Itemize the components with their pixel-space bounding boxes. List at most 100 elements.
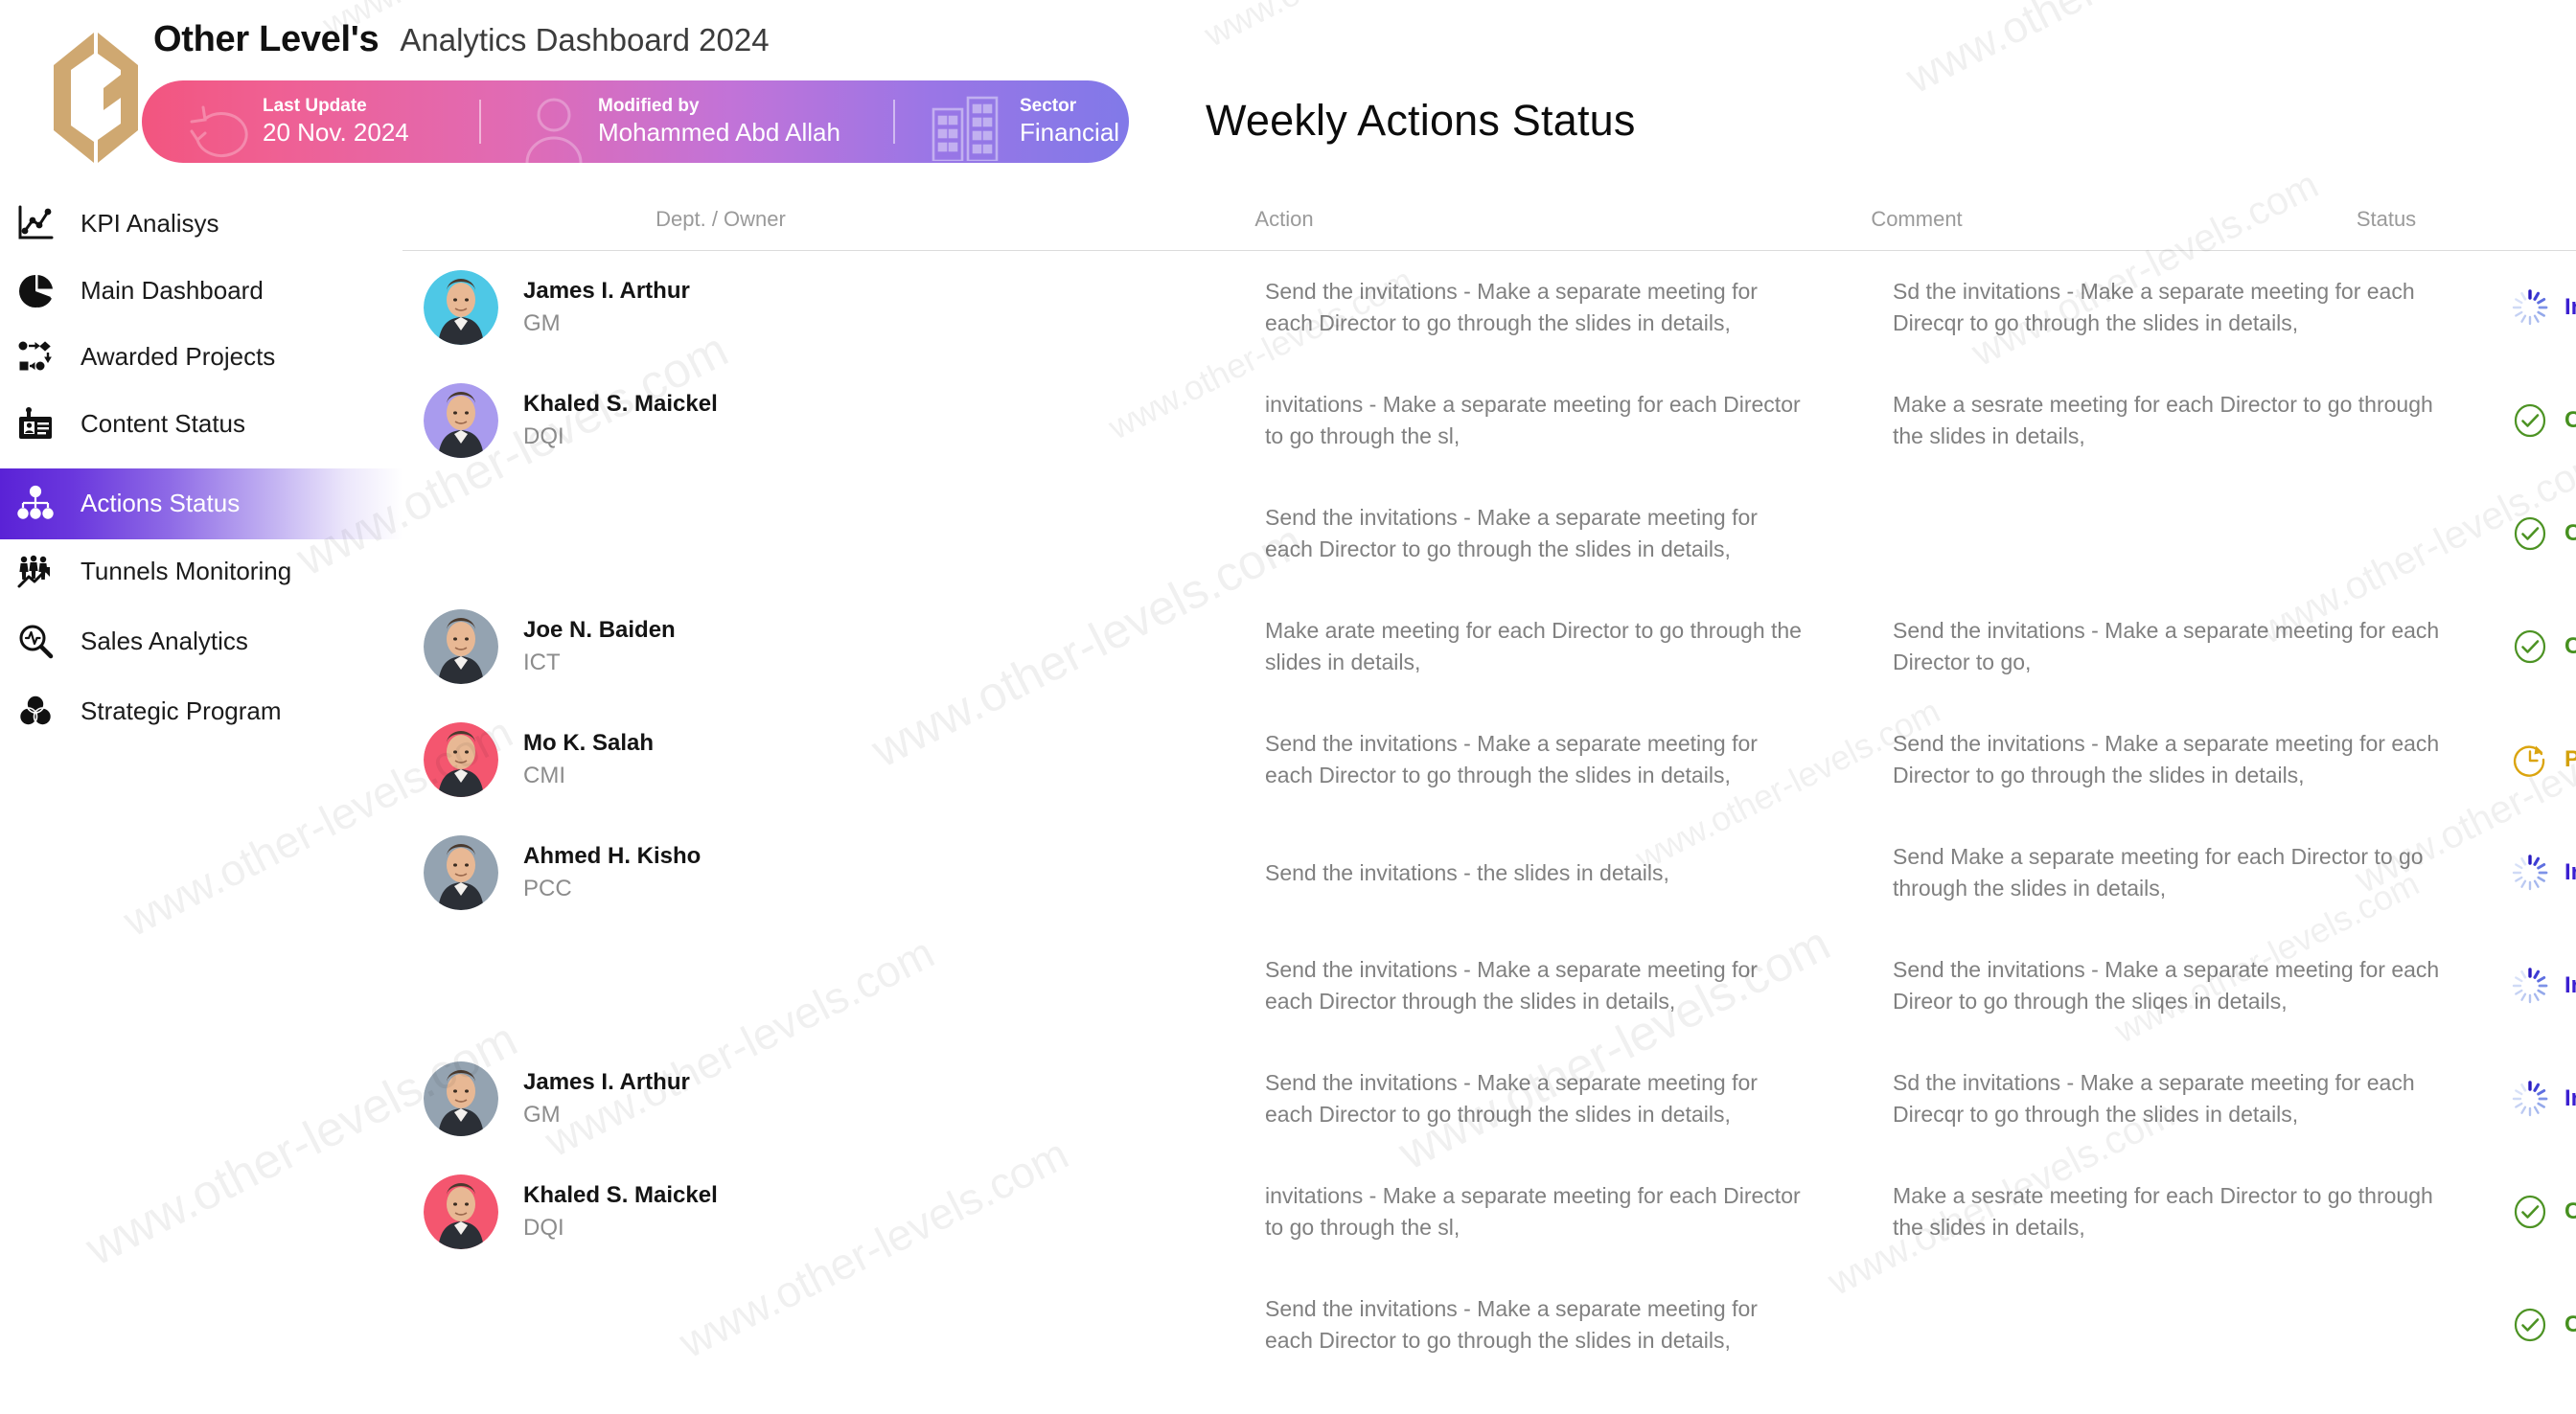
owner-info: Khaled S. Maickel DQI xyxy=(523,1181,718,1243)
sidebar-item-tunnels-monitoring[interactable]: Tunnels Monitoring xyxy=(0,536,402,607)
cell-owner: Joe N. Baiden ICT xyxy=(424,590,893,703)
sidebar-item-awarded-projects[interactable]: Awarded Projects xyxy=(0,321,402,392)
avatar xyxy=(424,1061,498,1136)
cell-status[interactable]: Completed xyxy=(2511,477,2576,590)
cell-action: Send the invitations - the slides in det… xyxy=(1265,816,1811,929)
table-row[interactable]: Send the invitations - Make a separate m… xyxy=(402,929,2576,1042)
sidebar-item-kpi-analisys[interactable]: KPI Analisys xyxy=(0,188,402,259)
owner-dept: DQI xyxy=(523,1215,564,1241)
sidebar-item-label: Awarded Projects xyxy=(80,341,276,371)
venn-icon xyxy=(13,690,58,734)
cell-action: Make arate meeting for each Director to … xyxy=(1265,590,1811,703)
watermark-text: www.other-levels.com xyxy=(1898,0,2303,103)
pill-segment-sector: Sector Financial xyxy=(895,80,1119,163)
cell-status[interactable]: Completed xyxy=(2511,1155,2576,1268)
table-row[interactable]: James I. Arthur GM Send the invitations … xyxy=(402,251,2576,364)
column-header-status: Status xyxy=(2356,207,2417,231)
action-text: Send the invitations - Make a separate m… xyxy=(1265,1070,1758,1127)
status-badge: Completed xyxy=(2564,1311,2576,1337)
column-header-comment: Comment xyxy=(1871,207,1963,231)
owner-dept: PCC xyxy=(523,876,572,901)
owner-info: Ahmed H. Kisho PCC xyxy=(523,842,701,903)
owner-info: Mo K. Salah CMI xyxy=(523,729,654,790)
table-body: James I. Arthur GM Send the invitations … xyxy=(402,251,2576,1381)
owner-name: Ahmed H. Kisho xyxy=(523,843,702,869)
sidebar-item-label: Strategic Program xyxy=(80,696,282,726)
owner-dept: CMI xyxy=(523,763,565,788)
owner-dept: GM xyxy=(523,1102,561,1128)
cell-comment: Send Make a separate meeting for each Di… xyxy=(1893,816,2458,929)
table-row[interactable]: Send the invitations - Make a separate m… xyxy=(402,477,2576,590)
check-circle-icon xyxy=(2511,514,2549,553)
people-trend-icon xyxy=(13,550,58,594)
sidebar-item-label: Tunnels Monitoring xyxy=(80,557,292,586)
table-row[interactable]: James I. Arthur GM Send the invitations … xyxy=(402,1042,2576,1155)
owner-name: Mo K. Salah xyxy=(523,730,655,756)
sidebar-item-main-dashboard[interactable]: Main Dashboard xyxy=(0,256,402,327)
pill-label-last-update: Last Update xyxy=(263,96,367,117)
cell-action: Send the invitations - Make a separate m… xyxy=(1265,1042,1811,1155)
meta-info-pill: Last Update 20 Nov. 2024 Modified by Moh… xyxy=(142,80,1129,163)
search-pulse-icon xyxy=(13,620,58,664)
owner-name: Khaled S. Maickel xyxy=(523,391,718,417)
table-row[interactable]: Ahmed H. Kisho PCC Send the invitations … xyxy=(402,816,2576,929)
table-row[interactable]: Khaled S. Maickel DQI invitations - Make… xyxy=(402,1155,2576,1268)
cell-comment xyxy=(1893,1268,2458,1381)
cell-status[interactable]: Postponed xyxy=(2511,703,2576,816)
sidebar-item-actions-status[interactable]: Actions Status xyxy=(0,468,402,539)
cell-action: Send the invitations - Make a separate m… xyxy=(1265,703,1811,816)
cell-status[interactable]: In Progress xyxy=(2511,816,2576,929)
column-header-action: Action xyxy=(1254,207,1314,231)
owner-info: James I. Arthur GM xyxy=(523,1068,690,1129)
status-badge: In Progress xyxy=(2564,294,2576,320)
clock-arrow-icon xyxy=(2511,741,2549,779)
brand-row: Other Level's Analytics Dashboard 2024 xyxy=(153,19,770,60)
pill-label-sector: Sector xyxy=(1020,96,1077,117)
cell-action: invitations - Make a separate meeting fo… xyxy=(1265,364,1811,477)
cell-status[interactable]: In Progress xyxy=(2511,929,2576,1042)
action-text: Send the invitations - Make a separate m… xyxy=(1265,1296,1758,1353)
cell-owner: Khaled S. Maickel DQI xyxy=(424,1155,893,1268)
owner-dept: DQI xyxy=(523,423,564,449)
cell-owner: Khaled S. Maickel DQI xyxy=(424,364,893,477)
sidebar-item-sales-analytics[interactable]: Sales Analytics xyxy=(0,606,402,677)
action-text: Send the invitations - Make a separate m… xyxy=(1265,505,1758,561)
action-text: Send the invitations - Make a separate m… xyxy=(1265,957,1758,1014)
spinner-icon xyxy=(2511,967,2549,1005)
cell-action: Send the invitations - Make a separate m… xyxy=(1265,929,1811,1042)
sidebar-item-label: Sales Analytics xyxy=(80,627,248,656)
sidebar-item-content-status[interactable]: Content Status xyxy=(0,389,402,460)
network-icon xyxy=(13,334,58,378)
cell-action: Send the invitations - Make a separate m… xyxy=(1265,1268,1811,1381)
action-text: Send the invitations - the slides in det… xyxy=(1265,859,1669,885)
action-text: invitations - Make a separate meeting fo… xyxy=(1265,392,1801,448)
avatar xyxy=(424,383,498,458)
cell-status[interactable]: In Progress xyxy=(2511,251,2576,364)
owner-name: Khaled S. Maickel xyxy=(523,1182,718,1208)
status-badge: Completed xyxy=(2564,407,2576,433)
sidebar-nav: KPI Analisys Main Dashboard Awarded Projec… xyxy=(0,188,402,954)
sidebar-item-strategic-program[interactable]: Strategic Program xyxy=(0,676,402,747)
table-row[interactable]: Send the invitations - Make a separate m… xyxy=(402,1268,2576,1381)
cell-status[interactable]: Completed xyxy=(2511,590,2576,703)
table-row[interactable]: Mo K. Salah CMI Send the invitations - M… xyxy=(402,703,2576,816)
cell-comment: Send the invitations - Make a separate m… xyxy=(1893,703,2458,816)
cell-comment: Make a sesrate meeting for each Director… xyxy=(1893,1155,2458,1268)
cell-action: Send the invitations - Make a separate m… xyxy=(1265,251,1811,364)
table-row[interactable]: Joe N. Baiden ICT Make arate meeting for… xyxy=(402,590,2576,703)
status-badge: In Progress xyxy=(2564,859,2576,885)
spinner-icon xyxy=(2511,1080,2549,1118)
action-text: Make arate meeting for each Director to … xyxy=(1265,618,1802,674)
actions-status-table: Dept. / Owner Action Comment Status Jame… xyxy=(402,188,2576,1381)
owner-info: Joe N. Baiden ICT xyxy=(523,616,676,677)
owner-dept: ICT xyxy=(523,650,561,675)
pie-chart-icon xyxy=(13,269,58,313)
brand-name: Other Level's xyxy=(153,19,380,59)
table-row[interactable]: Khaled S. Maickel DQI invitations - Make… xyxy=(402,364,2576,477)
cell-status[interactable]: In Progress xyxy=(2511,1042,2576,1155)
line-chart-icon xyxy=(13,201,58,245)
sidebar-item-label: KPI Analisys xyxy=(80,208,219,238)
cell-status[interactable]: Completed xyxy=(2511,364,2576,477)
cell-status[interactable]: Completed xyxy=(2511,1268,2576,1381)
building-icon xyxy=(928,92,1004,163)
